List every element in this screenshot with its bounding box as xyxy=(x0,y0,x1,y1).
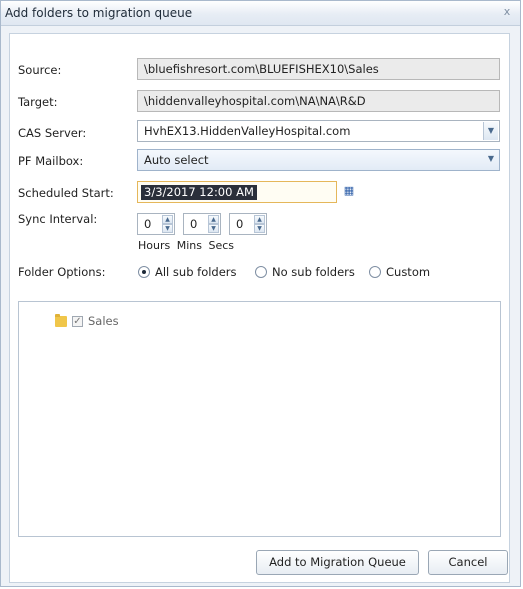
scheduled-start-value: 3/3/2017 12:00 AM xyxy=(141,185,257,200)
sync-interval-label: Sync Interval: xyxy=(18,212,98,226)
tree-item-sales[interactable]: ✓ Sales xyxy=(55,313,119,328)
arrow-down-icon[interactable]: ▼ xyxy=(254,224,265,233)
arrow-down-icon[interactable]: ▼ xyxy=(162,224,173,233)
cas-server-label: CAS Server: xyxy=(18,126,87,140)
tree-item-label: Sales xyxy=(88,314,119,328)
option-no-subfolders[interactable]: No sub folders xyxy=(255,264,355,280)
pf-mailbox-select[interactable]: Auto select ▼ xyxy=(137,149,500,171)
target-field: \hiddenvalleyhospital.com\NA\NA\R&D xyxy=(137,90,500,112)
option-all-subfolders-label: All sub folders xyxy=(155,265,237,279)
source-field: \bluefishresort.com\BLUEFISHEX10\Sales xyxy=(137,58,500,80)
cancel-button[interactable]: Cancel xyxy=(428,550,508,575)
chevron-down-icon[interactable]: ▼ xyxy=(483,122,498,140)
folder-options-label: Folder Options: xyxy=(18,265,106,279)
pf-mailbox-value: Auto select xyxy=(144,153,209,167)
option-custom[interactable]: Custom xyxy=(369,264,430,280)
arrow-up-icon[interactable]: ▲ xyxy=(254,215,265,224)
scheduled-start-label: Scheduled Start: xyxy=(18,186,114,200)
hours-stepper[interactable]: 0 ▲ ▼ xyxy=(137,213,175,235)
target-label: Target: xyxy=(18,95,58,109)
radio-icon[interactable] xyxy=(255,266,267,278)
dialog-titlebar[interactable]: Add folders to migration queue x xyxy=(1,1,520,26)
mins-value: 0 xyxy=(190,217,198,231)
source-label: Source: xyxy=(18,63,62,77)
checkbox-checked-icon[interactable]: ✓ xyxy=(72,315,83,327)
calendar-icon[interactable]: ▦ xyxy=(341,182,357,202)
secs-stepper[interactable]: 0 ▲ ▼ xyxy=(229,213,267,235)
cas-server-value: HvhEX13.HiddenValleyHospital.com xyxy=(144,124,351,138)
secs-value: 0 xyxy=(236,217,244,231)
mins-stepper[interactable]: 0 ▲ ▼ xyxy=(183,213,221,235)
scheduled-start-input[interactable]: 3/3/2017 12:00 AM xyxy=(137,181,337,203)
interval-units-label: Hours Mins Secs xyxy=(138,239,234,252)
option-no-subfolders-label: No sub folders xyxy=(272,265,355,279)
chevron-down-icon: ▼ xyxy=(487,154,494,163)
option-all-subfolders[interactable]: All sub folders xyxy=(138,264,237,280)
folder-tree[interactable]: ✓ Sales xyxy=(18,301,501,537)
arrow-up-icon[interactable]: ▲ xyxy=(162,215,173,224)
hours-value: 0 xyxy=(144,217,152,231)
close-icon[interactable]: x xyxy=(500,5,514,19)
arrow-up-icon[interactable]: ▲ xyxy=(208,215,219,224)
radio-icon[interactable] xyxy=(369,266,381,278)
cas-server-combobox[interactable]: HvhEX13.HiddenValleyHospital.com ▼ xyxy=(137,120,500,142)
dialog-title: Add folders to migration queue xyxy=(5,6,193,20)
folder-icon xyxy=(55,313,67,327)
arrow-down-icon[interactable]: ▼ xyxy=(208,224,219,233)
add-to-queue-button[interactable]: Add to Migration Queue xyxy=(256,550,419,575)
option-custom-label: Custom xyxy=(386,265,431,279)
pf-mailbox-label: PF Mailbox: xyxy=(18,154,84,168)
radio-selected-icon[interactable] xyxy=(138,266,150,278)
